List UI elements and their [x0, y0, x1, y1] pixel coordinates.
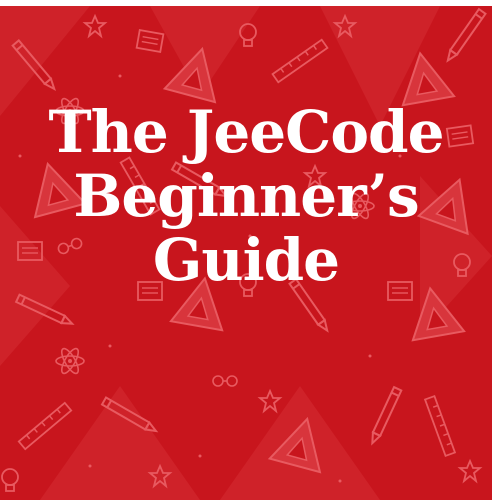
- cover-graphic: The JeeCode Beginner’s Guide: [0, 0, 500, 500]
- cover-title: The JeeCode Beginner’s Guide: [0, 100, 492, 292]
- title-line-3: Guide: [152, 226, 340, 294]
- right-border: [492, 0, 500, 500]
- title-line-2: Beginner’s: [73, 162, 419, 230]
- top-border: [0, 0, 500, 6]
- title-line-1: The JeeCode: [48, 98, 445, 166]
